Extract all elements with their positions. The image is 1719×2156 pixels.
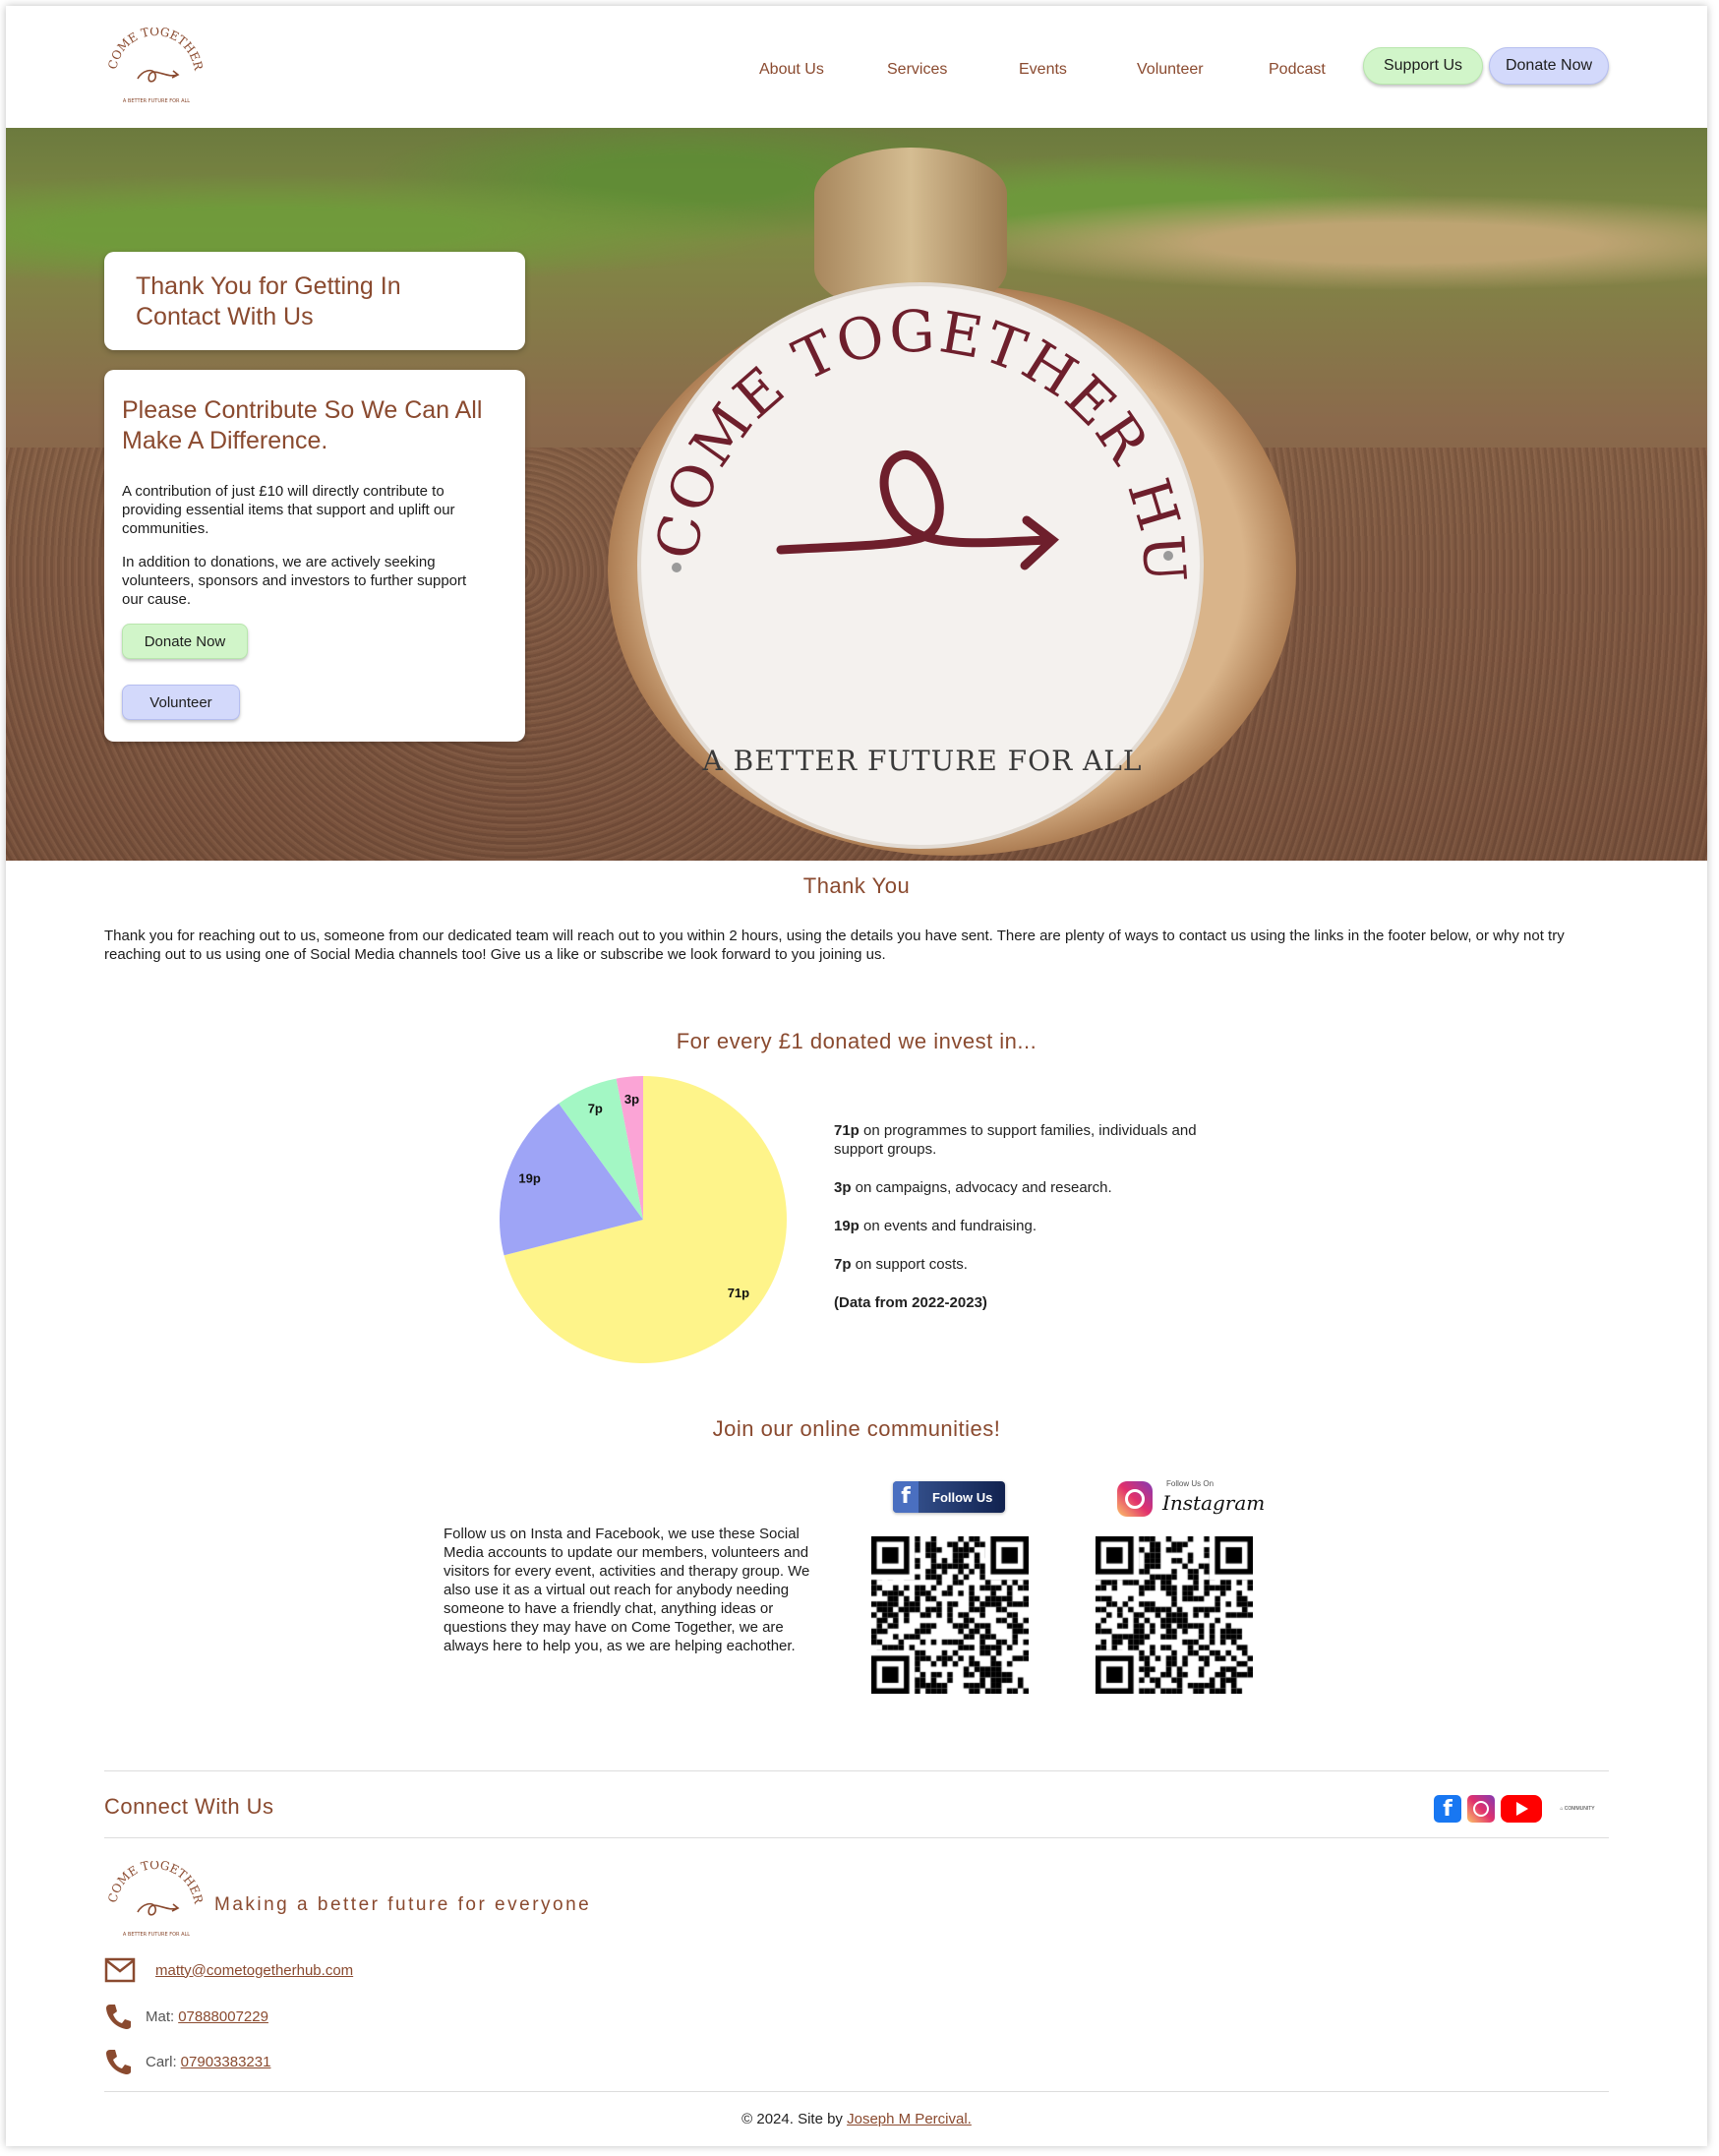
thank-you-heading: Thank You <box>802 873 911 898</box>
site-header: COME TOGETHER A BETTER FUTURE FOR ALL Ab… <box>6 6 1707 128</box>
nav-events[interactable]: Events <box>1019 61 1067 79</box>
invest-heading: For every £1 donated we invest in... <box>676 1029 1037 1053</box>
svg-text:A BETTER FUTURE FOR ALL: A BETTER FUTURE FOR ALL <box>123 98 190 104</box>
contribute-para-2: In addition to donations, we are activel… <box>122 554 467 608</box>
footer-logo[interactable]: COME TOGETHER A BETTER FUTURE FOR ALL <box>102 1861 210 1944</box>
phone2-link[interactable]: 07903383231 <box>181 2054 271 2070</box>
legend-item: 7p on support costs. <box>834 1256 968 1273</box>
contact-phone1-row: Mat: 07888007229 <box>104 2003 268 2030</box>
connect-heading: Connect With Us <box>104 1794 274 1819</box>
footer-tagline: Making a better future for everyone <box>214 1894 592 1915</box>
nav-about-us[interactable]: About Us <box>759 61 824 79</box>
instagram-icon[interactable] <box>1467 1795 1495 1823</box>
svg-text:A BETTER FUTURE FOR ALL: A BETTER FUTURE FOR ALL <box>702 745 1143 777</box>
phone1-label: Mat: <box>146 2007 175 2025</box>
legend-item: 71p on programmes to support families, i… <box>834 1122 1197 1158</box>
footer-divider-top <box>104 1770 1609 1771</box>
instagram-icon <box>1117 1481 1153 1517</box>
contact-phone2-row: Carl: 07903383231 <box>104 2048 270 2075</box>
footer-divider-bottom <box>104 2091 1609 2092</box>
phone2-label: Carl: <box>146 2053 177 2070</box>
author-link[interactable]: Joseph M Percival. <box>847 2111 972 2127</box>
phone-icon <box>106 2005 131 2029</box>
site-logo[interactable]: COME TOGETHER A BETTER FUTURE FOR ALL <box>102 28 210 110</box>
facebook-follow-badge[interactable]: f Follow Us <box>893 1481 1005 1513</box>
invest-pie-chart: 71p 19p 7p 3p <box>500 1076 787 1363</box>
community-logo[interactable]: ⌂ COMMUNITY <box>1554 1795 1601 1823</box>
page-frame: COME TOGETHER A BETTER FUTURE FOR ALL Ab… <box>6 6 1707 2146</box>
footer-divider-mid <box>104 1837 1609 1838</box>
phone-icon <box>106 2050 131 2074</box>
hero-banner: COME TOGETHER HUB A BETTER FUTURE FOR AL… <box>6 128 1707 861</box>
mail-icon <box>104 1957 136 1983</box>
youtube-icon[interactable] <box>1501 1795 1542 1823</box>
contribute-title: Please Contribute So We Can All Make A D… <box>122 396 483 454</box>
legend-item: 3p on campaigns, advocacy and research. <box>834 1179 1112 1196</box>
copyright: © 2024. Site by Joseph M Percival. <box>741 2111 972 2127</box>
svg-text:COME TOGETHER: COME TOGETHER <box>105 28 206 73</box>
nav-podcast[interactable]: Podcast <box>1269 61 1326 79</box>
facebook-icon: f <box>893 1481 919 1513</box>
instagram-qr-code[interactable] <box>1096 1536 1253 1694</box>
pie-label-19p: 19p <box>518 1170 540 1185</box>
instagram-follow-badge[interactable]: Follow Us On Instagram <box>1111 1477 1265 1521</box>
pie-label-3p: 3p <box>624 1092 639 1107</box>
invest-legend: 71p on programmes to support families, i… <box>834 1121 1217 1332</box>
hero-sign: COME TOGETHER HUB A BETTER FUTURE FOR AL… <box>635 280 1204 849</box>
pie-label-7p: 7p <box>588 1101 603 1115</box>
email-link[interactable]: matty@cometogetherhub.com <box>155 1962 353 1979</box>
svg-text:COME TOGETHER: COME TOGETHER <box>105 1861 206 1906</box>
contact-email-row: matty@cometogetherhub.com <box>104 1957 353 1983</box>
legend-note: (Data from 2022-2023) <box>834 1294 987 1311</box>
donate-now-card-button[interactable]: Donate Now <box>122 624 248 659</box>
facebook-icon[interactable]: f <box>1434 1795 1461 1823</box>
community-text: Follow us on Insta and Facebook, we use … <box>444 1526 810 1654</box>
nav-volunteer[interactable]: Volunteer <box>1137 61 1204 79</box>
thank-you-card: Thank You for Getting In Contact With Us <box>104 252 525 350</box>
nav-services[interactable]: Services <box>887 61 947 79</box>
community-heading: Join our online communities! <box>712 1416 1001 1441</box>
thank-you-card-title: Thank You for Getting In Contact With Us <box>136 272 401 330</box>
pie-label-71p: 71p <box>728 1286 749 1300</box>
contribute-card: Please Contribute So We Can All Make A D… <box>104 370 525 742</box>
phone1-link[interactable]: 07888007229 <box>178 2008 268 2025</box>
donate-now-header-button[interactable]: Donate Now <box>1489 47 1609 85</box>
contribute-para-1: A contribution of just £10 will directly… <box>122 483 455 537</box>
facebook-qr-code[interactable] <box>871 1536 1029 1694</box>
volunteer-card-button[interactable]: Volunteer <box>122 685 240 720</box>
legend-item: 19p on events and fundraising. <box>834 1218 1037 1234</box>
thank-you-text: Thank you for reaching out to us, someon… <box>104 928 1565 963</box>
support-us-button[interactable]: Support Us <box>1363 47 1483 85</box>
svg-text:A BETTER FUTURE FOR ALL: A BETTER FUTURE FOR ALL <box>123 1932 190 1938</box>
